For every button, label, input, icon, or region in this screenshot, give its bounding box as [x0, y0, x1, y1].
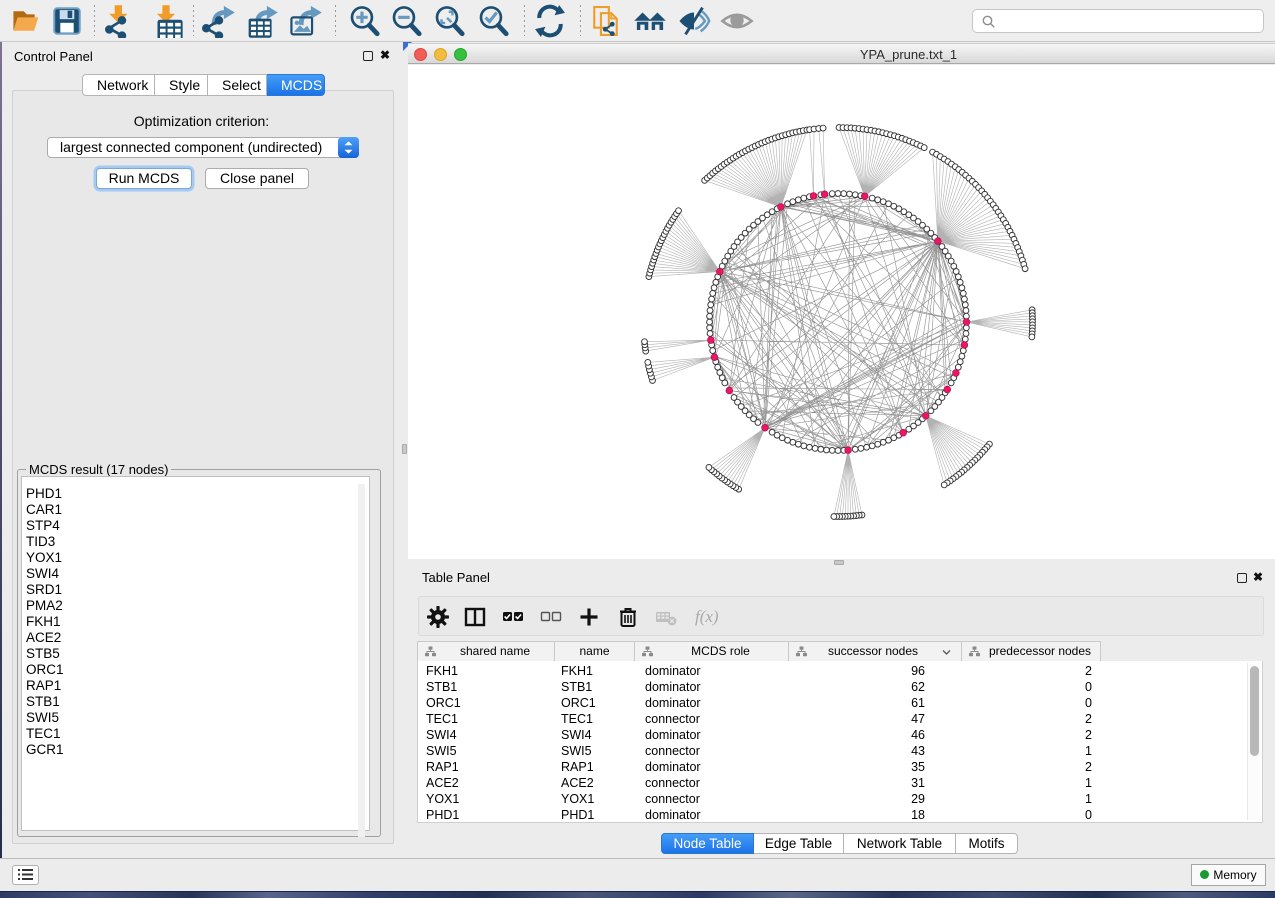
svg-text:f(x): f(x): [695, 607, 719, 626]
